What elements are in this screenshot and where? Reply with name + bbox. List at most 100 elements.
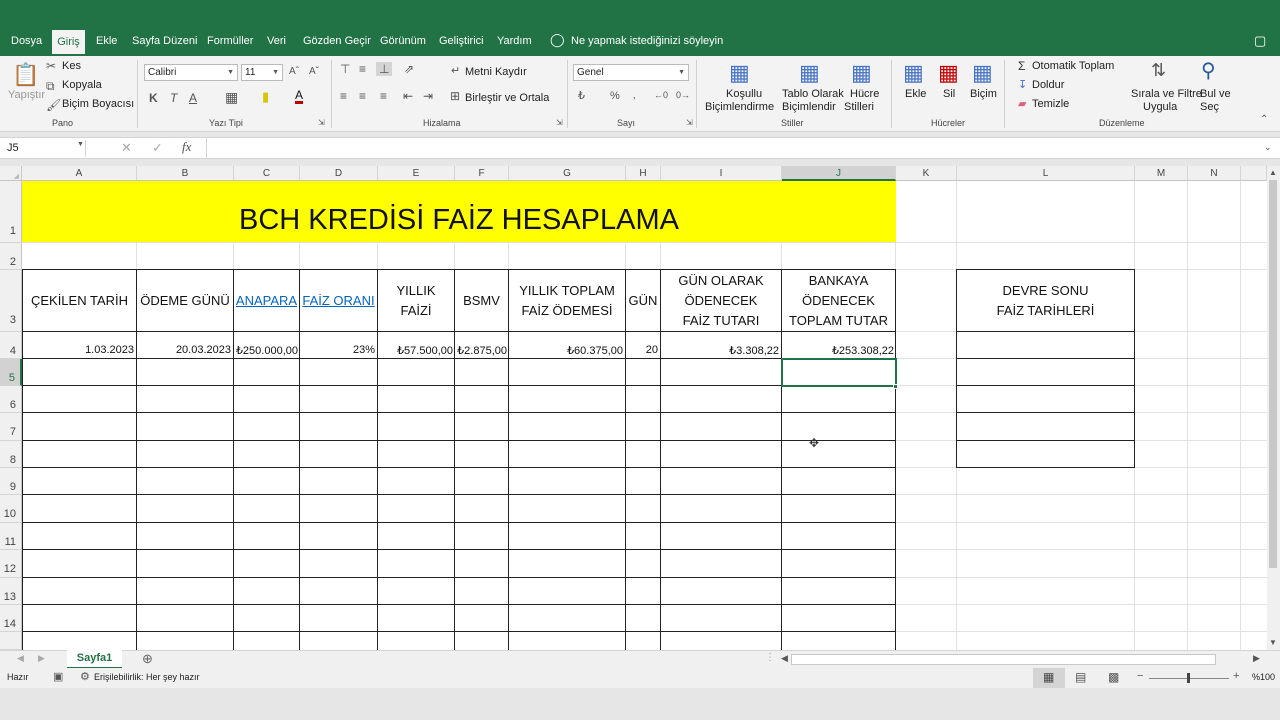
header-cell-yillik-toplam[interactable]: YILLIK TOPLAM FAİZ ÖDEMESİ	[509, 270, 625, 331]
page-layout-view-icon[interactable]: ▤	[1075, 670, 1086, 684]
zoom-slider-thumb[interactable]	[1187, 673, 1190, 683]
align-middle-icon[interactable]: ≡	[359, 62, 366, 76]
decrease-decimal-icon[interactable]: 0→	[676, 90, 690, 100]
fill-button[interactable]: Doldur	[1032, 79, 1064, 91]
row-header-11[interactable]: 11	[0, 523, 22, 550]
row-header-5[interactable]: 5	[0, 359, 22, 386]
zoom-level[interactable]: %100	[1252, 672, 1275, 682]
page-break-view-icon[interactable]: ▩	[1108, 670, 1119, 684]
row-header-12[interactable]: 12	[0, 550, 22, 578]
tab-developer[interactable]: Geliştirici	[439, 35, 484, 47]
conditional-format-label-2[interactable]: Biçimlendirme	[705, 101, 774, 113]
align-right-icon[interactable]: ≡	[380, 89, 387, 103]
fill-handle[interactable]	[893, 384, 898, 389]
tab-review[interactable]: Gözden Geçir	[303, 35, 371, 47]
align-left-icon[interactable]: ≡	[340, 89, 347, 103]
confirm-icon[interactable]: ✓	[152, 140, 163, 156]
row-header-8[interactable]: 8	[0, 441, 22, 468]
column-header-e[interactable]: E	[378, 166, 455, 181]
header-cell-yillik-faizi[interactable]: YILLIK FAİZİ	[378, 270, 454, 331]
tell-me-box[interactable]: Ne yapmak istediğinizi söyleyin	[571, 35, 723, 47]
header-link-anapara[interactable]: ANAPARA	[234, 270, 299, 331]
column-header-a[interactable]: A	[22, 166, 137, 181]
increase-indent-icon[interactable]: ⇥	[423, 89, 433, 103]
tab-file[interactable]: Dosya	[11, 35, 42, 47]
scroll-up-icon[interactable]: ▲	[1269, 168, 1277, 177]
next-sheet-icon[interactable]: ▶	[38, 653, 45, 664]
copy-button[interactable]: Kopyala	[62, 79, 102, 91]
header-cell-odeme-gunu[interactable]: ÖDEME GÜNÜ	[137, 270, 233, 331]
sort-filter-label-1[interactable]: Sırala ve Filtre	[1131, 88, 1202, 100]
column-header-i[interactable]: I	[661, 166, 782, 181]
formula-input[interactable]	[206, 138, 1268, 158]
paste-icon[interactable]: 📋	[12, 62, 39, 88]
column-header-n[interactable]: N	[1188, 166, 1241, 181]
selected-cell-j5[interactable]	[781, 358, 897, 387]
font-size-dropdown[interactable]: 11 ▼	[241, 64, 283, 81]
sheet-title[interactable]: BCH KREDİSİ FAİZ HESAPLAMA	[22, 181, 896, 242]
merge-center-button[interactable]: Birleştir ve Ortala	[465, 92, 549, 104]
row-header-14[interactable]: 14	[0, 605, 22, 632]
cancel-icon[interactable]: ✕	[121, 140, 132, 156]
cell-f4[interactable]: ₺2.875,00	[455, 344, 507, 357]
tab-help[interactable]: Yardım	[497, 35, 532, 47]
align-center-icon[interactable]: ≡	[359, 89, 366, 103]
normal-view-button[interactable]: ▦	[1033, 668, 1065, 688]
dialog-launcher-icon[interactable]: ⇲	[556, 118, 563, 127]
decrease-font-icon[interactable]: Aˇ	[309, 66, 319, 77]
increase-font-icon[interactable]: Aˆ	[289, 66, 299, 77]
font-color-icon[interactable]: A	[295, 89, 304, 104]
insert-function-button[interactable]: fx	[182, 139, 191, 155]
column-header-b[interactable]: B	[137, 166, 234, 181]
cell-i4[interactable]: ₺3.308,22	[661, 344, 779, 357]
autosum-button[interactable]: Otomatik Toplam	[1032, 60, 1114, 72]
format-button[interactable]: Biçim	[970, 88, 997, 100]
worksheet-grid[interactable]: ◢ A B C D E F G H I J K L M N 1 2 3 4 5 …	[0, 166, 1267, 650]
cell-d4[interactable]: 23%	[300, 344, 375, 356]
number-format-dropdown[interactable]: Genel ▼	[573, 64, 689, 81]
zoom-in-button[interactable]: +	[1233, 670, 1239, 682]
row-header-4[interactable]: 4	[0, 332, 22, 359]
horizontal-scroll-thumb[interactable]	[791, 654, 1216, 665]
column-header-j[interactable]: J	[782, 166, 896, 181]
dialog-launcher-icon[interactable]: ⇲	[686, 118, 693, 127]
row-header-9[interactable]: 9	[0, 468, 22, 495]
macro-record-icon[interactable]: ▣	[53, 670, 63, 683]
conditional-format-label-1[interactable]: Koşullu	[726, 88, 762, 100]
column-header-l[interactable]: L	[957, 166, 1135, 181]
row-header-1[interactable]: 1	[0, 181, 22, 243]
tab-data[interactable]: Veri	[267, 35, 286, 47]
split-handle-icon[interactable]: ⋮	[765, 652, 775, 663]
row-header-2[interactable]: 2	[0, 243, 22, 270]
row-header-3[interactable]: 3	[0, 270, 22, 332]
tab-formulas[interactable]: Formüller	[207, 35, 253, 47]
cell-e4[interactable]: ₺57.500,00	[378, 344, 453, 357]
delete-button[interactable]: Sil	[943, 88, 955, 100]
header-cell-bankaya[interactable]: BANKAYA ÖDENECEK TOPLAM TUTAR	[782, 270, 895, 331]
header-link-faiz-orani[interactable]: FAİZ ORANI	[300, 270, 377, 331]
column-header-k[interactable]: K	[896, 166, 957, 181]
find-select-label-1[interactable]: Bul ve	[1200, 88, 1231, 100]
sheet-tab-sayfa1[interactable]: Sayfa1	[67, 650, 122, 669]
dialog-launcher-icon[interactable]: ⇲	[318, 118, 325, 127]
increase-decimal-icon[interactable]: ←0	[654, 90, 668, 100]
format-table-label-2[interactable]: Biçimlendir	[782, 101, 836, 113]
scroll-left-icon[interactable]: ◀	[781, 653, 788, 664]
font-name-dropdown[interactable]: Calibri ▼	[144, 64, 238, 81]
cell-g4[interactable]: ₺60.375,00	[509, 344, 623, 357]
cell-b4[interactable]: 20.03.2023	[137, 344, 231, 356]
tab-page-layout[interactable]: Sayfa Düzeni	[132, 35, 197, 47]
italic-icon[interactable]: T	[170, 91, 177, 105]
expand-formula-icon[interactable]: ⌄	[1264, 142, 1272, 153]
cut-button[interactable]: Kes	[62, 60, 81, 72]
vertical-scrollbar[interactable]: ▲ ▼	[1267, 166, 1280, 650]
row-header-13[interactable]: 13	[0, 578, 22, 605]
scroll-down-icon[interactable]: ▼	[1269, 638, 1277, 647]
row-header-7[interactable]: 7	[0, 413, 22, 441]
cell-j4[interactable]: ₺253.308,22	[782, 344, 894, 357]
comments-icon[interactable]: ▢	[1254, 33, 1266, 49]
orientation-icon[interactable]: ⇗	[404, 62, 414, 76]
zoom-out-button[interactable]: −	[1137, 670, 1143, 682]
scroll-thumb[interactable]	[1269, 180, 1277, 568]
fill-color-icon[interactable]: ▮	[262, 89, 269, 105]
